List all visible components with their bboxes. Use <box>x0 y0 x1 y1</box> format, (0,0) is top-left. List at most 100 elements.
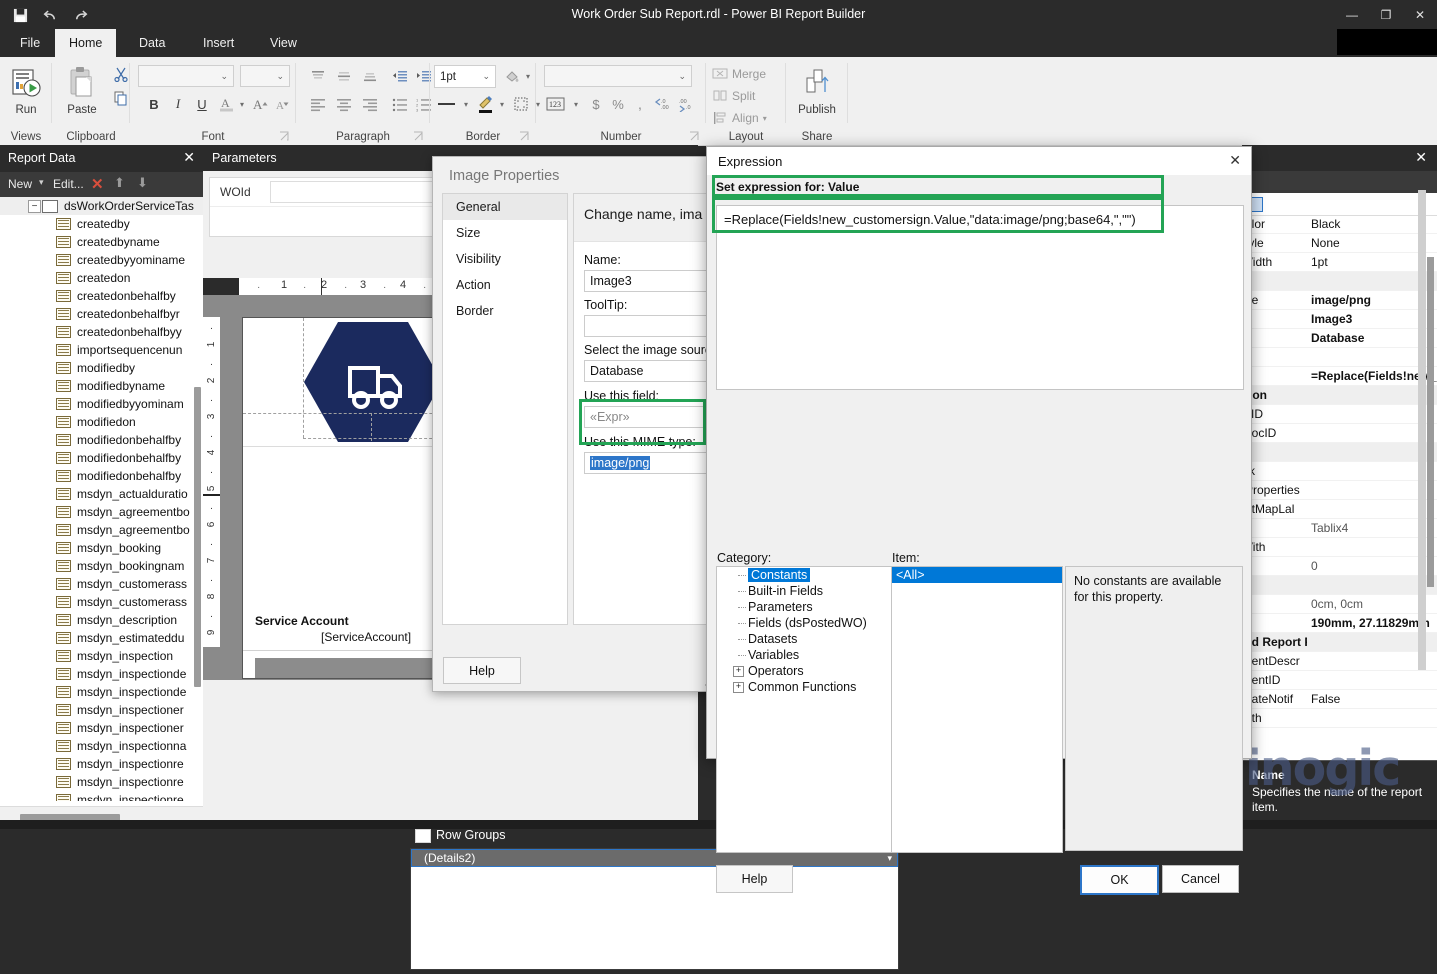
split-button[interactable]: Split <box>712 85 786 107</box>
report-field-item[interactable]: createdbyname <box>0 233 203 251</box>
font-name-combo[interactable]: ⌄ <box>138 65 234 87</box>
close-button[interactable]: ✕ <box>1403 0 1437 29</box>
delete-x-icon[interactable]: ✕ <box>91 175 104 193</box>
property-row[interactable]: ntMapLal <box>1243 500 1437 519</box>
report-field-item[interactable]: msdyn_description <box>0 611 203 629</box>
property-row[interactable]: nentID <box>1243 671 1437 690</box>
category-item[interactable]: +Operators <box>717 663 894 679</box>
merge-button[interactable]: Merge <box>712 63 786 85</box>
property-row[interactable]: ath <box>1243 709 1437 728</box>
report-field-item[interactable]: msdyn_booking <box>0 539 203 557</box>
bold-button[interactable]: B <box>144 93 164 115</box>
decrease-decimal-icon[interactable]: .0.00 <box>652 93 676 115</box>
publish-button[interactable]: Publish <box>789 63 845 116</box>
category-item[interactable]: Built-in Fields <box>717 583 894 599</box>
percent-icon[interactable]: % <box>608 93 628 115</box>
line-style-dropdown-icon[interactable]: ▾ <box>460 93 472 115</box>
number-format-icon[interactable]: 123 <box>544 93 570 115</box>
line-style-icon[interactable] <box>434 93 460 115</box>
align-button[interactable]: Align ▾ <box>712 107 786 129</box>
report-field-item[interactable]: msdyn_estimateddu <box>0 629 203 647</box>
report-field-item[interactable]: createdonbehalfbyy <box>0 323 203 341</box>
property-row[interactable] <box>1243 272 1437 291</box>
image-properties-help-button[interactable]: Help <box>443 657 521 684</box>
report-data-vscrollbar[interactable] <box>194 387 201 687</box>
property-row[interactable]: Vith <box>1243 538 1437 557</box>
report-field-item[interactable]: modifiedonbehalfby <box>0 467 203 485</box>
tab-file[interactable]: File <box>6 29 54 57</box>
underline-button[interactable]: U <box>192 93 212 115</box>
item-all[interactable]: <All> <box>892 567 1062 583</box>
report-field-item[interactable]: modifiedbyyominam <box>0 395 203 413</box>
border-width-combo[interactable]: 1pt ⌄ <box>434 65 496 88</box>
report-field-item[interactable]: createdonbehalfby <box>0 287 203 305</box>
borders-icon[interactable] <box>510 93 532 115</box>
chevron-down-icon[interactable]: ▾ <box>39 177 44 188</box>
currency-icon[interactable]: $ <box>586 93 606 115</box>
tab-view[interactable]: View <box>256 29 311 57</box>
number-format-dropdown-icon[interactable]: ▾ <box>570 93 582 115</box>
border-dialog-launcher-icon[interactable] <box>519 131 530 142</box>
expression-help-button[interactable]: Help <box>716 865 793 893</box>
category-item[interactable]: Fields (dsPostedWO) <box>717 615 894 631</box>
report-field-item[interactable]: msdyn_bookingnam <box>0 557 203 575</box>
new-button[interactable]: New <box>8 177 32 191</box>
report-field-item[interactable]: msdyn_inspectionde <box>0 665 203 683</box>
property-row[interactable]: tion <box>1243 386 1437 405</box>
font-dialog-launcher-icon[interactable] <box>279 131 290 142</box>
increase-decimal-icon[interactable]: .00.0 <box>676 93 700 115</box>
italic-button[interactable]: I <box>168 93 188 115</box>
dataset-node[interactable]: − dsWorkOrderServiceTas <box>0 197 203 215</box>
property-row[interactable]: 190mm, 27.11829mm <box>1243 614 1437 633</box>
expand-icon[interactable]: + <box>733 666 744 677</box>
line-color-icon[interactable] <box>474 93 498 115</box>
property-row[interactable] <box>1243 443 1437 462</box>
edit-button[interactable]: Edit... <box>53 177 84 191</box>
property-row[interactable]: LocID <box>1243 424 1437 443</box>
report-field-item[interactable]: msdyn_inspectionre <box>0 755 203 773</box>
fill-color-icon[interactable] <box>500 65 524 88</box>
property-row[interactable]: nentDescr <box>1243 652 1437 671</box>
report-field-item[interactable]: msdyn_inspection <box>0 647 203 665</box>
align-bottom-icon[interactable] <box>358 65 382 89</box>
paragraph-dialog-launcher-icon[interactable] <box>413 131 424 142</box>
property-row[interactable]: Vidth1pt <box>1243 253 1437 272</box>
report-field-item[interactable]: msdyn_inspectionre <box>0 773 203 791</box>
report-field-item[interactable]: msdyn_agreementbo <box>0 503 203 521</box>
align-middle-icon[interactable] <box>332 65 356 89</box>
line-color-dropdown-icon[interactable]: ▾ <box>496 93 508 115</box>
align-top-icon[interactable] <box>306 65 330 89</box>
report-field-item[interactable]: createdon <box>0 269 203 287</box>
report-field-item[interactable]: msdyn_inspectionre <box>0 791 203 801</box>
report-field-item[interactable]: modifiedonbehalfby <box>0 449 203 467</box>
property-row[interactable]: Properties <box>1243 481 1437 500</box>
report-field-item[interactable]: msdyn_inspectioner <box>0 719 203 737</box>
property-row[interactable]: Image3 <box>1243 310 1437 329</box>
tab-home[interactable]: Home <box>55 29 116 57</box>
report-field-item[interactable]: importsequencenun <box>0 341 203 359</box>
tab-data[interactable]: Data <box>125 29 179 57</box>
collapse-icon[interactable]: − <box>28 200 41 213</box>
category-list[interactable]: ConstantsBuilt-in FieldsParametersFields… <box>716 566 895 853</box>
report-field-item[interactable]: msdyn_inspectionde <box>0 683 203 701</box>
bullet-list-icon[interactable] <box>388 93 412 117</box>
category-item[interactable]: Datasets <box>717 631 894 647</box>
nav-item-visibility[interactable]: Visibility <box>443 246 567 272</box>
shrink-font-icon[interactable]: A <box>272 93 294 115</box>
property-row[interactable]: rk <box>1243 462 1437 481</box>
ok-button[interactable]: OK <box>1080 865 1159 895</box>
paste-button[interactable]: Paste <box>54 63 110 116</box>
cancel-button[interactable]: Cancel <box>1162 865 1239 893</box>
expand-icon[interactable]: + <box>733 682 744 693</box>
truck-hexagon-logo[interactable] <box>303 320 443 447</box>
properties-object-selector[interactable] <box>1243 193 1437 216</box>
report-field-item[interactable]: msdyn_inspectionna <box>0 737 203 755</box>
move-down-icon[interactable]: ⬇ <box>137 175 148 191</box>
property-row[interactable]: n0cm, 0cm <box>1243 595 1437 614</box>
align-right-icon[interactable] <box>358 93 382 117</box>
property-row[interactable]: =Replace(Fields!new_ <box>1243 367 1437 386</box>
property-row[interactable]: Database <box>1243 329 1437 348</box>
property-row[interactable]: dateNotifFalse <box>1243 690 1437 709</box>
minimize-button[interactable]: — <box>1335 0 1369 29</box>
report-field-item[interactable]: modifiedby <box>0 359 203 377</box>
